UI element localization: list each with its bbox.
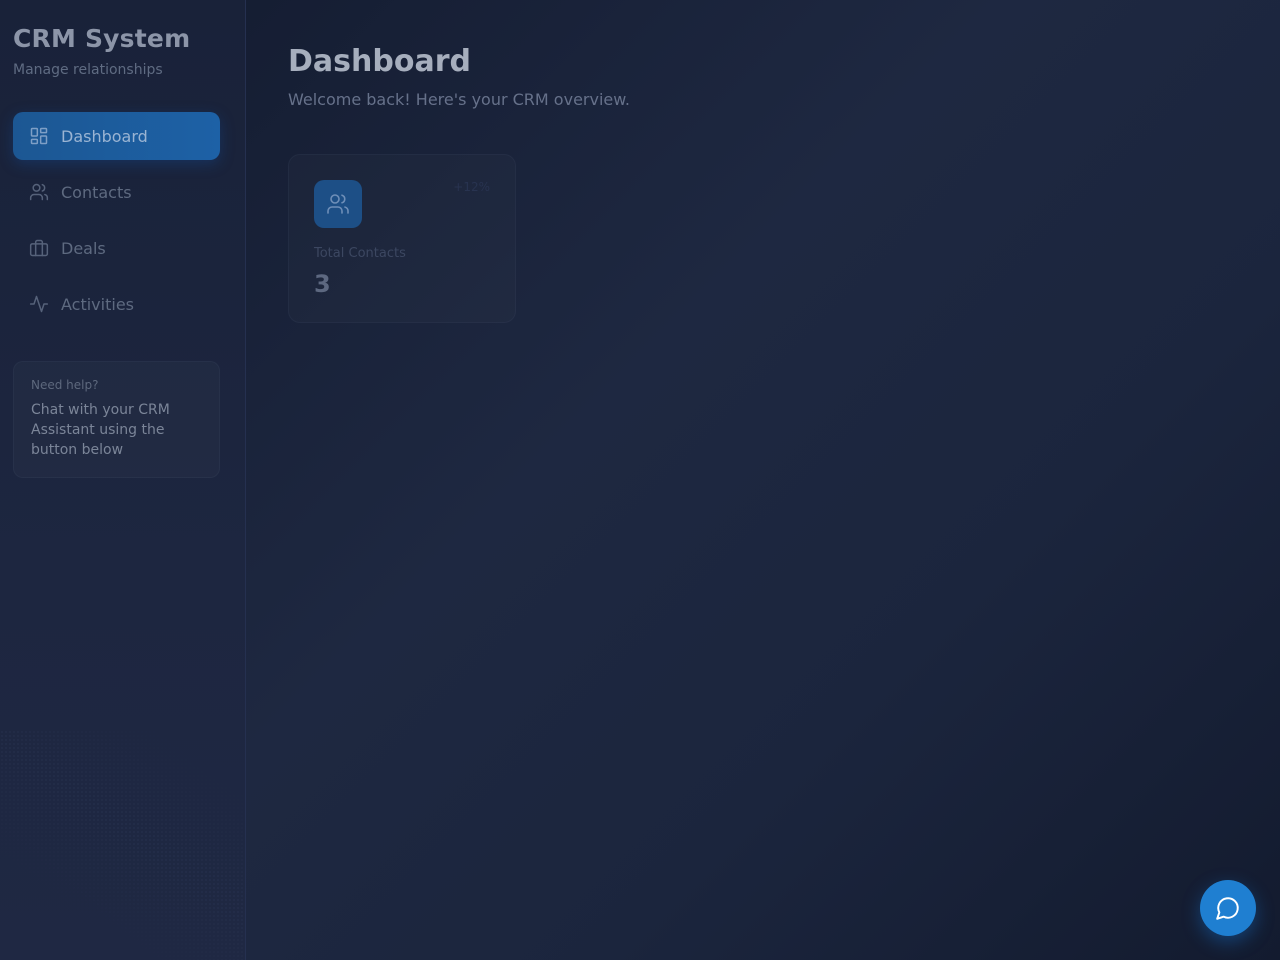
app-subtitle: Manage relationships	[13, 62, 163, 78]
page-title: Dashboard	[288, 44, 471, 79]
chat-assistant-button[interactable]	[1200, 880, 1256, 936]
app-window: CRM System Manage relationships Dashboar…	[0, 0, 1280, 960]
sidebar-item-label: Deals	[61, 238, 106, 258]
stat-value: 3	[314, 270, 331, 298]
users-icon	[29, 182, 49, 202]
sidebar-item-label: Dashboard	[61, 126, 148, 146]
sidebar: CRM System Manage relationships Dashboar…	[0, 0, 246, 960]
stat-card-total-contacts: +12% Total Contacts 3	[288, 154, 516, 323]
activity-icon	[29, 294, 49, 314]
layout-grid-icon	[29, 126, 49, 146]
sidebar-item-label: Activities	[61, 294, 134, 314]
help-card: Need help? Chat with your CRM Assistant …	[13, 361, 220, 478]
page-subtitle: Welcome back! Here's your CRM overview.	[288, 90, 630, 109]
sidebar-item-activities[interactable]: Activities	[13, 280, 220, 328]
sidebar-item-label: Contacts	[61, 182, 132, 202]
sidebar-dot-pattern	[0, 730, 245, 960]
help-text: Chat with your CRM Assistant using the b…	[31, 402, 170, 458]
sidebar-nav: Dashboard Contacts Deals Activities	[13, 112, 220, 336]
briefcase-icon	[29, 238, 49, 258]
sidebar-item-deals[interactable]: Deals	[13, 224, 220, 272]
sidebar-item-contacts[interactable]: Contacts	[13, 168, 220, 216]
chat-bubble-icon	[1215, 895, 1241, 921]
stat-label: Total Contacts	[314, 246, 406, 261]
users-icon	[314, 180, 362, 228]
help-title: Need help?	[31, 378, 99, 392]
stat-trend: +12%	[453, 180, 490, 194]
app-title: CRM System	[13, 24, 191, 53]
sidebar-item-dashboard[interactable]: Dashboard	[13, 112, 220, 160]
